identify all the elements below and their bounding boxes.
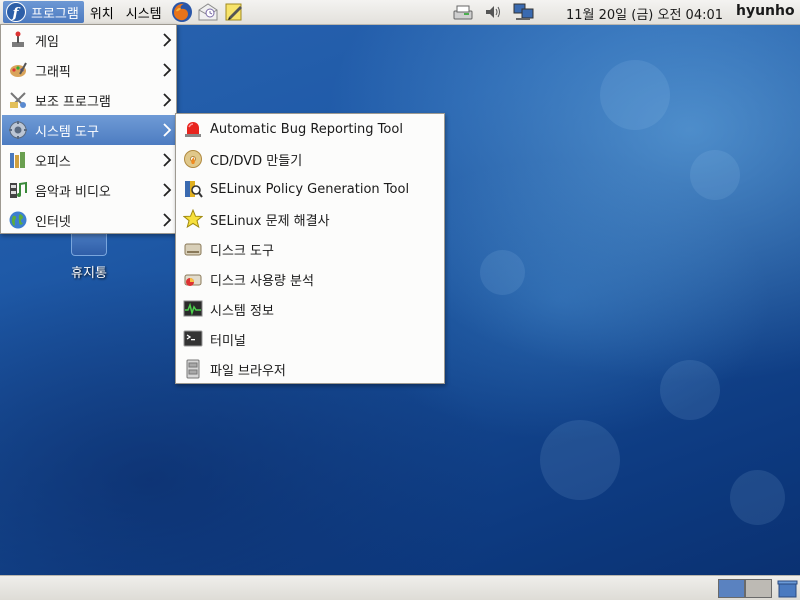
menu-item-system-tools[interactable]: 시스템 도구 (2, 115, 176, 145)
file-browser-icon (182, 358, 204, 380)
bokeh-decoration (480, 250, 525, 295)
menu-item-label: SELinux Policy Generation Tool (210, 181, 410, 197)
terminal-icon (182, 328, 204, 350)
menu-item-sound-video[interactable]: 음악과 비디오 (2, 175, 176, 205)
bokeh-decoration (690, 150, 740, 200)
sound-video-icon (7, 179, 29, 201)
network-printer-icon[interactable] (452, 2, 474, 22)
workspace-1[interactable] (718, 579, 745, 598)
menu-item-label: 보조 프로그램 (35, 94, 111, 110)
menu-item-label: 인터넷 (35, 214, 71, 230)
menu-item-label: 음악과 비디오 (35, 184, 111, 200)
trash-label: 휴지통 (71, 266, 107, 281)
menu-item-label: Automatic Bug Reporting Tool (210, 121, 403, 137)
menu-item-label: 디스크 도구 (210, 243, 274, 259)
places-menu-button[interactable]: 위치 (84, 3, 120, 22)
volume-icon[interactable] (482, 2, 504, 22)
menu-item-label: 터미널 (210, 333, 246, 349)
bottom-panel (0, 575, 800, 600)
disk-usage-icon (182, 268, 204, 290)
disc-burner-icon (182, 148, 204, 170)
applications-menu: 게임 그래픽 보조 프로그램 시스템 도구 오피스 음악과 비디오 인터넷 (0, 24, 177, 234)
menu-item-graphics[interactable]: 그래픽 (2, 55, 176, 85)
fedora-logo-icon: f (6, 2, 26, 22)
system-tools-submenu: Automatic Bug Reporting Tool CD/DVD 만들기 … (175, 113, 445, 384)
menu-item-label: 게임 (35, 34, 59, 50)
alarm-icon (182, 118, 204, 140)
menu-item-label: CD/DVD 만들기 (210, 153, 303, 169)
trash-desktop-icon[interactable]: 휴지통 (62, 230, 116, 281)
bokeh-decoration (660, 360, 720, 420)
bokeh-decoration (730, 470, 785, 525)
menu-item-cd-dvd-creator[interactable]: CD/DVD 만들기 (177, 144, 444, 174)
bokeh-decoration (600, 60, 670, 130)
top-panel: f 프로그램 위치 시스템 11월 20일 (금) 오전 04:01 hyunh… (0, 0, 800, 25)
chevron-right-icon (162, 212, 172, 232)
chevron-right-icon (162, 122, 172, 142)
menu-item-label: SELinux 문제 해결사 (210, 213, 330, 229)
menu-item-label: 파일 브라우저 (210, 363, 286, 379)
system-menu-button[interactable]: 시스템 (120, 3, 168, 22)
menu-item-label: 그래픽 (35, 64, 71, 80)
menu-item-bug-reporting-tool[interactable]: Automatic Bug Reporting Tool (177, 114, 444, 144)
workspace-2[interactable] (745, 579, 772, 598)
menu-item-system-monitor[interactable]: 시스템 정보 (177, 294, 444, 324)
menu-item-label: 오피스 (35, 154, 71, 170)
applications-menu-label: 프로그램 (31, 6, 79, 22)
clock[interactable]: 11월 20일 (금) 오전 04:01 (566, 4, 723, 23)
menu-item-selinux-policy-tool[interactable]: SELinux Policy Generation Tool (177, 174, 444, 204)
trash-applet[interactable] (777, 579, 798, 598)
menu-item-office[interactable]: 오피스 (2, 145, 176, 175)
chevron-right-icon (162, 32, 172, 52)
system-monitor-icon (182, 298, 204, 320)
user-name[interactable]: hyunho (736, 3, 795, 19)
menu-item-label: 디스크 사용량 분석 (210, 273, 314, 289)
applications-menu-button[interactable]: f 프로그램 (3, 1, 84, 23)
email-clock-icon (198, 3, 218, 21)
menu-item-accessories[interactable]: 보조 프로그램 (2, 85, 176, 115)
text-editor-launcher[interactable] (222, 1, 246, 23)
firefox-icon (171, 2, 192, 22)
menu-item-games[interactable]: 게임 (2, 25, 176, 55)
graphics-icon (7, 59, 29, 81)
network-connection-icon[interactable] (512, 2, 536, 22)
bokeh-decoration (540, 420, 620, 500)
chevron-right-icon (162, 182, 172, 202)
menu-item-disk-utility[interactable]: 디스크 도구 (177, 234, 444, 264)
menu-item-terminal[interactable]: 터미널 (177, 324, 444, 354)
accessories-icon (7, 89, 29, 111)
system-tray (452, 2, 536, 22)
star-icon (182, 208, 204, 230)
firefox-launcher[interactable] (170, 1, 194, 23)
office-icon (7, 149, 29, 171)
menu-item-selinux-troubleshooter[interactable]: SELinux 문제 해결사 (177, 204, 444, 234)
disk-utility-icon (182, 238, 204, 260)
system-tools-icon (7, 119, 29, 141)
notepad-pencil-icon (225, 3, 242, 21)
chevron-right-icon (162, 62, 172, 82)
trash-applet-icon (777, 580, 798, 598)
menu-item-disk-usage-analyzer[interactable]: 디스크 사용량 분석 (177, 264, 444, 294)
policy-tool-icon (182, 178, 204, 200)
chevron-right-icon (162, 152, 172, 172)
chevron-right-icon (162, 92, 172, 112)
internet-icon (7, 209, 29, 231)
email-launcher[interactable] (196, 1, 220, 23)
menu-item-label: 시스템 도구 (35, 124, 99, 140)
menu-item-label: 시스템 정보 (210, 303, 274, 319)
games-icon (7, 29, 29, 51)
menu-item-internet[interactable]: 인터넷 (2, 205, 176, 235)
menu-item-file-browser[interactable]: 파일 브라우저 (177, 354, 444, 384)
